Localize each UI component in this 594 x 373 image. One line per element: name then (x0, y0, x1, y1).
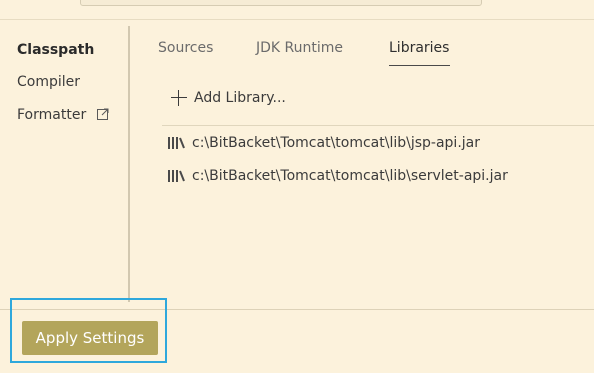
tab-jdk-runtime[interactable]: JDK Runtime (256, 40, 343, 56)
library-path: c:\BitBacket\Tomcat\tomcat\lib\servlet-a… (192, 168, 508, 184)
library-list-item[interactable]: c:\BitBacket\Tomcat\tomcat\lib\jsp-api.j… (167, 133, 480, 153)
sidebar-item-label: Classpath (17, 42, 95, 58)
sidebar-item-label: Formatter (17, 107, 87, 123)
sidebar-item-compiler[interactable]: Compiler (17, 74, 80, 90)
sidebar-divider (128, 26, 130, 302)
tab-sources[interactable]: Sources (158, 40, 213, 56)
apply-settings-button[interactable]: Apply Settings (22, 321, 158, 355)
external-link-icon (96, 108, 109, 124)
plus-icon (170, 89, 188, 107)
top-input-field[interactable] (80, 0, 482, 6)
sidebar-item-classpath[interactable]: Classpath (17, 42, 94, 58)
tab-libraries[interactable]: Libraries (389, 40, 449, 56)
active-tab-indicator (389, 65, 450, 66)
library-path: c:\BitBacket\Tomcat\tomcat\lib\jsp-api.j… (192, 135, 480, 151)
library-icon (167, 136, 187, 150)
add-library-label: Add Library... (194, 90, 286, 106)
add-library-button[interactable]: Add Library... (170, 89, 286, 107)
library-icon (167, 169, 187, 183)
sidebar-item-formatter[interactable]: Formatter (17, 107, 109, 124)
library-list-divider (162, 125, 594, 126)
header-divider (0, 19, 594, 20)
sidebar-item-label: Compiler (17, 74, 81, 90)
library-list-item[interactable]: c:\BitBacket\Tomcat\tomcat\lib\servlet-a… (167, 166, 508, 186)
